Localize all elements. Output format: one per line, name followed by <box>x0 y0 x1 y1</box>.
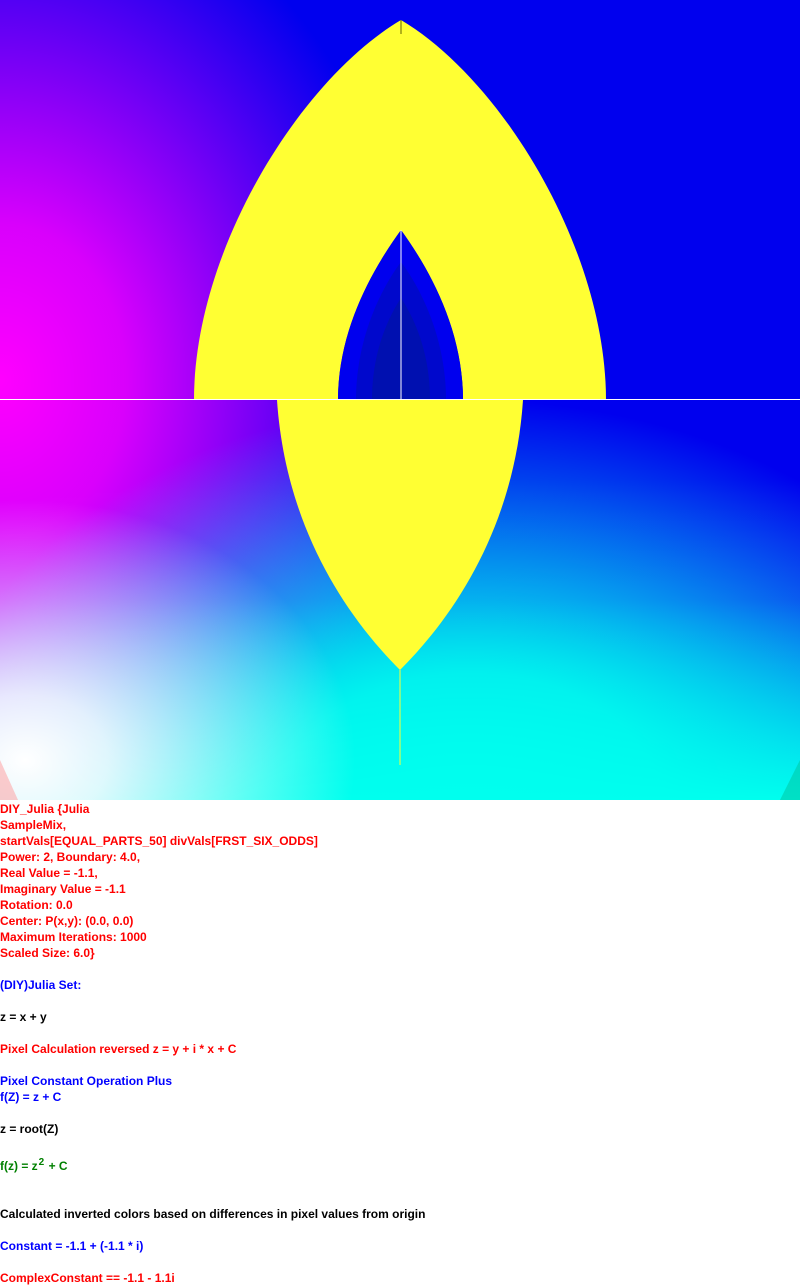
inverted-colors-note: Calculated inverted colors based on diff… <box>0 1207 426 1221</box>
pixel-calculation: Pixel Calculation reversed z = y + i * x… <box>0 1042 237 1056</box>
info-start-vals: startVals[EQUAL_PARTS_50] divVals[FRST_S… <box>0 834 318 848</box>
corner-arc-left <box>0 760 18 800</box>
fractal-shapes <box>0 20 800 800</box>
constant-expression: Constant = -1.1 + (-1.1 * i) <box>0 1239 144 1253</box>
f-z-power-formula: f(z) = z2 + C <box>0 1157 68 1174</box>
z-definition: z = x + y <box>0 1010 47 1024</box>
f-z-exponent: 2 <box>38 1157 45 1168</box>
pixel-constant-operation: Pixel Constant Operation Plus <box>0 1074 173 1088</box>
info-center: Center: P(x,y): (0.0, 0.0) <box>0 914 134 928</box>
corner-arc-right <box>780 760 800 800</box>
f-z-prefix: f(z) = z <box>0 1159 38 1173</box>
info-real-value: Real Value = -1.1, <box>0 866 98 880</box>
julia-fractal-image <box>0 0 800 800</box>
z-root-formula: z = root(Z) <box>0 1122 59 1136</box>
info-power-boundary: Power: 2, Boundary: 4.0, <box>0 850 141 864</box>
info-max-iterations: Maximum Iterations: 1000 <box>0 930 147 944</box>
f-z-suffix: + C <box>45 1159 68 1173</box>
complex-constant: ComplexConstant == -1.1 - 1.1i <box>0 1271 175 1285</box>
info-sample-mix: SampleMix, <box>0 818 67 832</box>
info-scaled-size: Scaled Size: 6.0} <box>0 946 95 960</box>
info-imaginary-value: Imaginary Value = -1.1 <box>0 882 126 896</box>
julia-set-title: (DIY)Julia Set: <box>0 978 82 992</box>
info-rotation: Rotation: 0.0 <box>0 898 73 912</box>
f-Z-formula: f(Z) = z + C <box>0 1090 62 1104</box>
lower-yellow-lens <box>277 400 523 670</box>
info-title-line: DIY_Julia {Julia <box>0 802 90 816</box>
